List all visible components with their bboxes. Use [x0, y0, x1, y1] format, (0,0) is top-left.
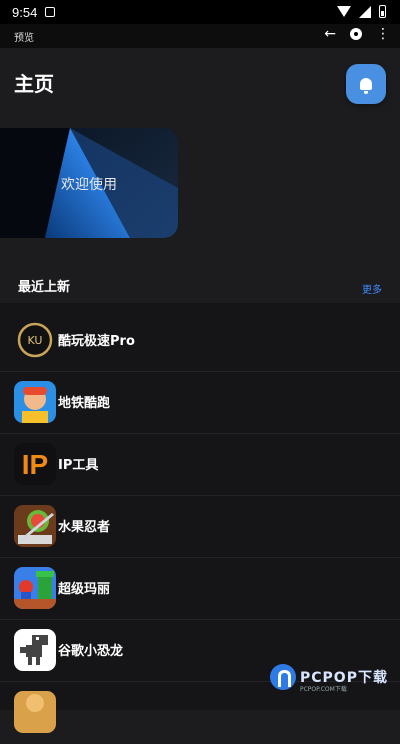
app-list: KU 酷玩极速Pro 地铁酷跑 IP IP工具 水果忍者 超级玛丽 谷歌小恐龙 — [0, 303, 400, 733]
app-name: 地铁酷跑 — [58, 396, 111, 411]
list-item[interactable]: 水果忍者 — [0, 496, 400, 558]
signal-icon — [359, 5, 371, 18]
notification-button[interactable] — [346, 64, 386, 104]
list-item[interactable]: 超级玛丽 — [0, 558, 400, 620]
wifi-icon — [337, 6, 351, 17]
welcome-banner[interactable]: 欢迎使用 — [0, 128, 178, 238]
watermark: PCPOP下载 PCPOP.COM下载 — [270, 664, 388, 693]
pcpop-logo-icon — [270, 664, 296, 690]
subway-surfers-app-icon — [14, 381, 56, 423]
app-name: 水果忍者 — [58, 520, 111, 535]
watermark-subtext: PCPOP.COM下载 — [300, 686, 347, 693]
section-title: 最近上新 — [18, 280, 71, 295]
svg-text:IP: IP — [22, 449, 48, 480]
app-name: 超级玛丽 — [58, 582, 111, 597]
svg-text:KU: KU — [28, 334, 43, 347]
more-vert-icon[interactable]: ⋮ — [376, 26, 390, 42]
app-name: IP工具 — [58, 458, 99, 473]
page-title: 主页 — [14, 72, 54, 96]
fruit-ninja-app-icon — [14, 505, 56, 547]
list-item[interactable]: KU 酷玩极速Pro — [0, 310, 400, 372]
dino-app-icon — [14, 629, 56, 671]
ip-tool-app-icon: IP — [14, 443, 56, 485]
status-icons — [337, 5, 386, 18]
preview-toolbar: 预览 ← ⋮ — [0, 24, 400, 48]
list-item[interactable]: 地铁酷跑 — [0, 372, 400, 434]
preview-label: 预览 — [14, 32, 34, 44]
record-icon[interactable] — [350, 28, 362, 40]
list-item[interactable]: IP IP工具 — [0, 434, 400, 496]
back-arrow-icon[interactable]: ← — [324, 26, 336, 42]
app-name: 谷歌小恐龙 — [58, 644, 124, 659]
status-bar: 9:54 — [0, 0, 400, 24]
status-time: 9:54 — [12, 4, 38, 20]
app-name: 酷玩极速Pro — [58, 334, 135, 349]
super-mario-app-icon — [14, 567, 56, 609]
preview-tools: ← ⋮ — [324, 26, 390, 42]
bell-icon — [360, 78, 372, 94]
more-link[interactable]: 更多 — [362, 281, 382, 296]
kuwan-app-icon: KU — [14, 319, 56, 361]
notification-icon — [45, 7, 56, 17]
banner-text: 欢迎使用 — [61, 177, 117, 193]
partial-app-icon — [14, 691, 56, 733]
battery-icon — [379, 5, 386, 18]
